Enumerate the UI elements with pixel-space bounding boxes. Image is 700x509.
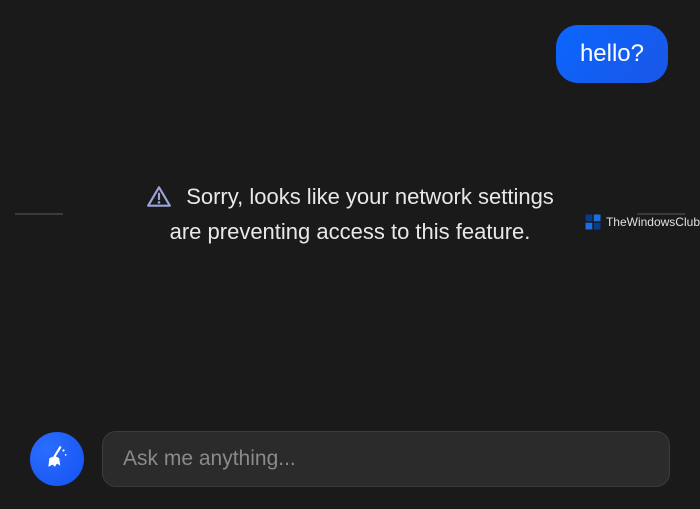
windows-club-logo-icon: [584, 213, 602, 231]
divider-left: [15, 213, 63, 215]
broom-icon: [44, 444, 70, 475]
message-input[interactable]: [123, 447, 649, 471]
warning-icon: [146, 184, 172, 210]
clear-chat-button[interactable]: [30, 432, 84, 486]
user-message-text: hello?: [580, 40, 644, 67]
chat-area: hello? Sorry, looks like your network se…: [0, 0, 700, 419]
input-bar: [30, 431, 670, 487]
error-text-1: Sorry, looks like your network settings: [186, 180, 554, 213]
watermark: TheWindowsClub: [584, 213, 700, 231]
message-input-container[interactable]: [102, 431, 670, 487]
error-text-2: are preventing access to this feature.: [170, 215, 531, 248]
watermark-text: TheWindowsClub: [606, 215, 700, 229]
error-line-1: Sorry, looks like your network settings: [146, 180, 554, 213]
user-message-bubble: hello?: [556, 25, 668, 83]
error-content: Sorry, looks like your network settings …: [63, 180, 637, 248]
